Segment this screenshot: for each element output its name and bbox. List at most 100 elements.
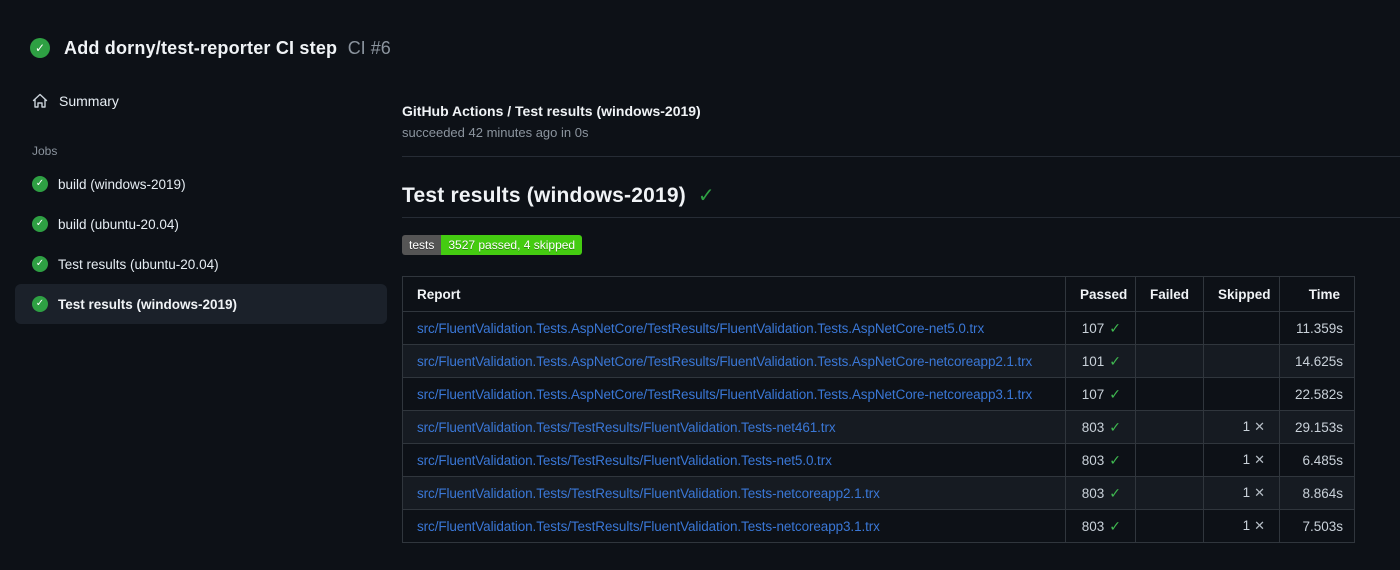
table-row: src/FluentValidation.Tests/TestResults/F… xyxy=(402,410,1355,444)
skipped-cell: 1 ✕ xyxy=(1203,509,1280,543)
passed-count: 107 xyxy=(1081,320,1105,336)
report-file-link[interactable]: src/FluentValidation.Tests.AspNetCore/Te… xyxy=(417,321,984,336)
check-icon: ✓ xyxy=(1109,451,1121,468)
cross-icon: ✕ xyxy=(1254,485,1265,500)
time-cell: 29.153s xyxy=(1279,410,1355,444)
table-row: src/FluentValidation.Tests/TestResults/F… xyxy=(402,476,1355,510)
success-check-circle-icon: ✓ xyxy=(32,256,48,272)
column-header-skipped: Skipped xyxy=(1203,276,1280,312)
passed-count: 803 xyxy=(1081,485,1105,501)
column-header-passed: Passed xyxy=(1065,276,1136,312)
skipped-cell: 1 ✕ xyxy=(1203,476,1280,510)
sidebar-item-summary[interactable]: Summary xyxy=(15,84,387,118)
run-number: CI #6 xyxy=(347,37,391,58)
sidebar: Summary Jobs ✓ build (windows-2019) ✓ build… xyxy=(0,70,402,324)
passed-cell: 803 ✓ xyxy=(1065,476,1136,510)
passed-cell: 107 ✓ xyxy=(1065,377,1136,411)
time-cell: 6.485s xyxy=(1279,443,1355,477)
skipped-count: 1 xyxy=(1242,452,1251,467)
table-row: src/FluentValidation.Tests.AspNetCore/Te… xyxy=(402,311,1355,345)
section-heading: Test results (windows-2019) ✓ xyxy=(402,183,1400,208)
report-file-link[interactable]: src/FluentValidation.Tests/TestResults/F… xyxy=(417,486,880,501)
report-file-link[interactable]: src/FluentValidation.Tests/TestResults/F… xyxy=(417,420,836,435)
time-cell: 11.359s xyxy=(1279,311,1355,345)
passed-cell: 803 ✓ xyxy=(1065,509,1136,543)
skipped-cell: 1 ✕ xyxy=(1203,443,1280,477)
skipped-count: 1 xyxy=(1242,419,1251,434)
passed-cell: 101 ✓ xyxy=(1065,344,1136,378)
passed-cell: 803 ✓ xyxy=(1065,443,1136,477)
column-header-failed: Failed xyxy=(1135,276,1204,312)
success-check-circle-icon: ✓ xyxy=(32,216,48,232)
cross-icon: ✕ xyxy=(1254,452,1265,467)
table-row: src/FluentValidation.Tests.AspNetCore/Te… xyxy=(402,344,1355,378)
time-cell: 22.582s xyxy=(1279,377,1355,411)
column-header-report: Report xyxy=(402,276,1066,312)
passed-count: 803 xyxy=(1081,518,1105,534)
failed-cell xyxy=(1135,443,1204,477)
check-icon: ✓ xyxy=(1109,484,1121,501)
check-icon: ✓ xyxy=(1109,418,1121,435)
main-panel: GitHub Actions / Test results (windows-2… xyxy=(402,70,1400,543)
cross-icon: ✕ xyxy=(1254,518,1265,533)
table-row: src/FluentValidation.Tests.AspNetCore/Te… xyxy=(402,377,1355,411)
failed-cell xyxy=(1135,377,1204,411)
check-icon: ✓ xyxy=(1109,385,1121,402)
failed-cell xyxy=(1135,344,1204,378)
table-row: src/FluentValidation.Tests/TestResults/F… xyxy=(402,509,1355,543)
job-item-label: build (windows-2019) xyxy=(58,176,186,192)
passed-cell: 803 ✓ xyxy=(1065,410,1136,444)
report-file-link[interactable]: src/FluentValidation.Tests/TestResults/F… xyxy=(417,453,832,468)
passed-count: 107 xyxy=(1081,386,1105,402)
success-check-circle-icon: ✓ xyxy=(30,38,50,58)
divider xyxy=(402,156,1400,157)
run-header: ✓ Add dorny/test-reporter CI step CI #6 xyxy=(0,0,1400,70)
failed-cell xyxy=(1135,410,1204,444)
sidebar-job-item[interactable]: ✓ Test results (windows-2019) xyxy=(15,284,387,324)
workflow-run-page: ✓ Add dorny/test-reporter CI step CI #6 … xyxy=(0,0,1400,570)
sidebar-job-item[interactable]: ✓ build (ubuntu-20.04) xyxy=(15,204,387,244)
success-check-circle-icon: ✓ xyxy=(32,176,48,192)
home-icon xyxy=(32,93,48,108)
report-file-link[interactable]: src/FluentValidation.Tests.AspNetCore/Te… xyxy=(417,387,1032,402)
job-item-label: build (ubuntu-20.04) xyxy=(58,216,179,232)
sidebar-summary-label: Summary xyxy=(59,93,119,109)
section-heading-text: Test results (windows-2019) xyxy=(402,183,686,207)
passed-count: 803 xyxy=(1081,452,1105,468)
skipped-cell xyxy=(1203,344,1280,378)
time-cell: 7.503s xyxy=(1279,509,1355,543)
job-item-label: Test results (ubuntu-20.04) xyxy=(58,256,219,272)
success-check-icon: ✓ xyxy=(697,185,715,207)
sidebar-job-item[interactable]: ✓ Test results (ubuntu-20.04) xyxy=(15,244,387,284)
check-icon: ✓ xyxy=(1109,352,1121,369)
failed-cell xyxy=(1135,509,1204,543)
badge-value: 3527 passed, 4 skipped xyxy=(441,235,583,255)
passed-count: 803 xyxy=(1081,419,1105,435)
check-run-title: GitHub Actions / Test results (windows-2… xyxy=(402,103,701,119)
skipped-count: 1 xyxy=(1242,518,1251,533)
failed-cell xyxy=(1135,476,1204,510)
job-item-label: Test results (windows-2019) xyxy=(58,296,238,312)
time-cell: 14.625s xyxy=(1279,344,1355,378)
time-cell: 8.864s xyxy=(1279,476,1355,510)
check-icon: ✓ xyxy=(1109,517,1121,534)
check-run-status: succeeded 42 minutes ago in 0s xyxy=(402,125,589,140)
test-results-table: Report Passed Failed Skipped Time src/Fl… xyxy=(402,276,1355,543)
failed-cell xyxy=(1135,311,1204,345)
passed-count: 101 xyxy=(1081,353,1105,369)
run-title: Add dorny/test-reporter CI step xyxy=(64,37,338,58)
report-file-link[interactable]: src/FluentValidation.Tests/TestResults/F… xyxy=(417,519,880,534)
cross-icon: ✕ xyxy=(1254,419,1265,434)
sidebar-job-item[interactable]: ✓ build (windows-2019) xyxy=(15,164,387,204)
table-header-row: Report Passed Failed Skipped Time xyxy=(402,276,1355,312)
passed-cell: 107 ✓ xyxy=(1065,311,1136,345)
tests-badge: tests 3527 passed, 4 skipped xyxy=(402,235,583,255)
report-file-link[interactable]: src/FluentValidation.Tests.AspNetCore/Te… xyxy=(417,354,1032,369)
job-list: ✓ build (windows-2019) ✓ build (ubuntu-20.0… xyxy=(0,164,402,324)
skipped-cell xyxy=(1203,311,1280,345)
check-icon: ✓ xyxy=(1109,319,1121,336)
skipped-count: 1 xyxy=(1242,485,1251,500)
skipped-cell: 1 ✕ xyxy=(1203,410,1280,444)
table-row: src/FluentValidation.Tests/TestResults/F… xyxy=(402,443,1355,477)
skipped-cell xyxy=(1203,377,1280,411)
